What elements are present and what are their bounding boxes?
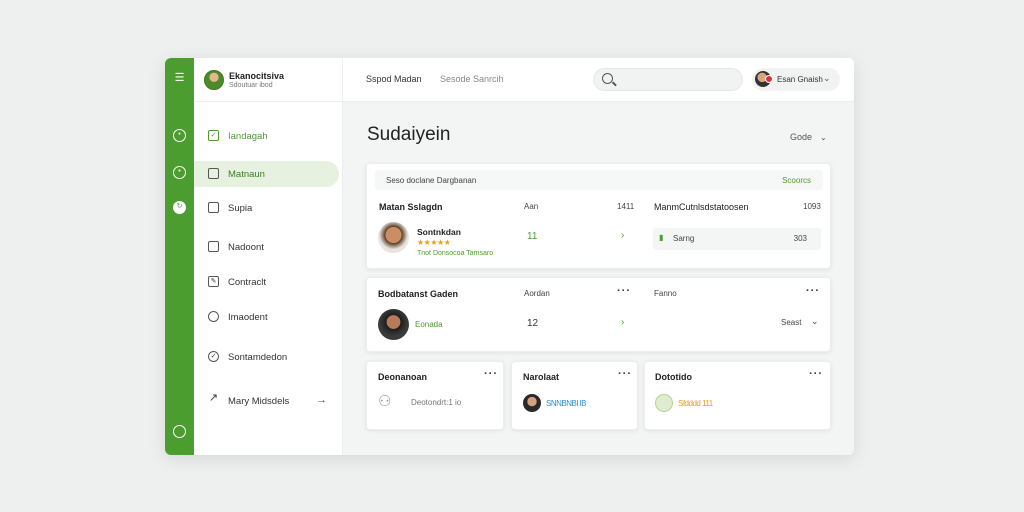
profile-name: Ekanocitsiva [229, 71, 285, 81]
sidebar-item-main[interactable]: Matnaun [194, 161, 339, 187]
metric-label: Sarng [673, 234, 695, 243]
date-select[interactable]: Gode ⌄ [790, 132, 827, 142]
sidebar-item-imaodent[interactable]: Imaodent [194, 304, 339, 330]
sidebar-item-label: Iandagah [228, 131, 268, 142]
search-input[interactable] [593, 68, 743, 91]
person-label: Eonada [415, 320, 443, 329]
message-icon [208, 241, 219, 252]
breadcrumb-item[interactable]: Sesode Sanrcih [440, 74, 504, 84]
sidebar-item-label: Imaodent [228, 312, 268, 323]
main-content: Sspod Madan Sesode Sanrcih Esan Gnaish ⌄… [343, 58, 854, 455]
mini-card: Dototido ··· Sfdddd 111 [644, 361, 831, 430]
more-options-icon[interactable]: ··· [618, 369, 632, 380]
sidebar-item-dashboard[interactable]: ✓ Iandagah [194, 123, 339, 149]
column-header: Matan Sslagdn [379, 202, 443, 212]
chevron-right-icon[interactable]: › [621, 317, 624, 328]
scores-link[interactable]: Scoorcs [782, 176, 811, 185]
column-header: Fanno [654, 289, 677, 298]
avatar [378, 309, 409, 340]
column-header: Bodbatanst Gaden [378, 289, 459, 299]
sidebar-item-label: Matnaun [228, 169, 265, 180]
sidebar-item-supia[interactable]: Supia [194, 195, 339, 221]
tag-icon: ✓ [208, 351, 219, 362]
notification-dot [765, 75, 773, 83]
leaf-icon: ▮ [659, 233, 664, 242]
sidebar-item-sontamdedon[interactable]: ✓ Sontamdedon [194, 344, 339, 370]
summary-card: Seso doclane Dargbanan Scoorcs Matan Ssl… [366, 163, 831, 269]
sidebar-item-label: Contraclt [228, 277, 267, 288]
person-name: Sontnkdan [417, 227, 461, 237]
mini-card: Narolaat ··· SNNBNBI lB [511, 361, 638, 430]
more-options-icon[interactable]: ··· [806, 286, 820, 297]
card-item-label: Sfdddd 111 [678, 399, 713, 408]
sidebar-item-label: Mary Midsdels [228, 396, 290, 407]
search-icon [602, 73, 613, 84]
card-title: Deonanoan [378, 372, 428, 382]
user-menu[interactable]: Esan Gnaish ⌄ [752, 68, 840, 91]
column-header: 1093 [803, 202, 821, 211]
chevron-right-icon[interactable]: › [621, 230, 624, 241]
chevron-down-icon: ⌄ [823, 73, 831, 83]
more-options-icon[interactable]: ··· [617, 286, 631, 297]
card-title: Dototido [655, 372, 692, 382]
group-icon: ⚇ [378, 393, 392, 410]
card-title: Narolaat [523, 372, 560, 382]
card-title: Seso doclane Dargbanan [386, 176, 477, 185]
metric-value: 303 [793, 234, 807, 243]
profile-subtitle: Sdoutuar ibod [229, 82, 273, 89]
badge-icon [655, 394, 673, 412]
avatar [204, 70, 224, 90]
chevron-down-icon[interactable]: ⌄ [811, 316, 819, 327]
metric-value: 11 [527, 231, 538, 242]
mini-card: Deonanoan ··· ⚇ Deotondrt:1 io [366, 361, 504, 430]
icon-rail: ☰ • • ↻ [165, 58, 194, 455]
chat-icon [208, 311, 219, 322]
sidebar-item-label: Sontamdedon [228, 352, 288, 363]
power-icon[interactable] [173, 425, 186, 438]
chat-icon[interactable]: • [173, 129, 186, 142]
breadcrumb-item[interactable]: Sspod Madan [366, 74, 422, 84]
chevron-down-icon: ⌄ [820, 133, 827, 142]
avatar [378, 222, 409, 253]
column-header: ManmCutnlsdstatoosen [654, 202, 749, 212]
sidebar-item-more[interactable]: ↗ Mary Midsdels → [194, 388, 339, 414]
card-header-strip: Seso doclane Dargbanan Scoorcs [375, 170, 823, 190]
card-item-label: Deotondrt:1 io [411, 398, 462, 407]
page-title: Sudaiyein [367, 124, 451, 145]
sidebar-item-label: Nadoont [228, 242, 264, 253]
card-item-label: SNNBNBI lB [546, 399, 586, 408]
app-window: ☰ • • ↻ Ekanocitsiva Sdoutuar ibod ✓ Ian… [165, 58, 854, 455]
square-icon [208, 168, 219, 179]
sidebar-profile[interactable]: Ekanocitsiva Sdoutuar ibod [194, 58, 342, 102]
select-value[interactable]: Seast [781, 318, 801, 327]
topbar: Sspod Madan Sesode Sanrcih Esan Gnaish ⌄ [343, 58, 854, 102]
user-name: Esan Gnaish [777, 75, 823, 84]
more-options-icon[interactable]: ··· [809, 369, 823, 380]
column-header: 1411 [617, 202, 635, 211]
sidebar: Ekanocitsiva Sdoutuar ibod ✓ Iandagah Ma… [194, 58, 343, 455]
menu-icon[interactable]: ☰ [173, 72, 186, 85]
person-meta: Tnot Donsocoa Tamsaro [417, 250, 494, 257]
edit-icon: ✎ [208, 276, 219, 287]
detail-card: Bodbatanst Gaden Aordan ··· Fanno ··· Eo… [366, 277, 831, 352]
share-icon: ↗ [208, 392, 219, 404]
metric-box: ▮ Sarng 303 [653, 228, 821, 250]
arrow-right-icon: → [316, 394, 327, 406]
sidebar-item-contract[interactable]: ✎ Contraclt [194, 269, 339, 295]
sidebar-item-nadoont[interactable]: Nadoont [194, 234, 339, 260]
column-header: Aan [524, 202, 539, 211]
check-square-icon: ✓ [208, 130, 219, 141]
sidebar-item-label: Supia [228, 203, 253, 214]
file-icon [208, 202, 219, 213]
column-header: Aordan [524, 289, 550, 298]
date-select-label: Gode [790, 132, 813, 142]
avatar [523, 394, 541, 412]
more-options-icon[interactable]: ··· [484, 369, 498, 380]
refresh-icon[interactable]: ↻ [173, 201, 186, 214]
star-rating: ★★★★★ [417, 238, 451, 247]
metric-value: 12 [527, 318, 539, 329]
user-icon[interactable]: • [173, 166, 186, 179]
